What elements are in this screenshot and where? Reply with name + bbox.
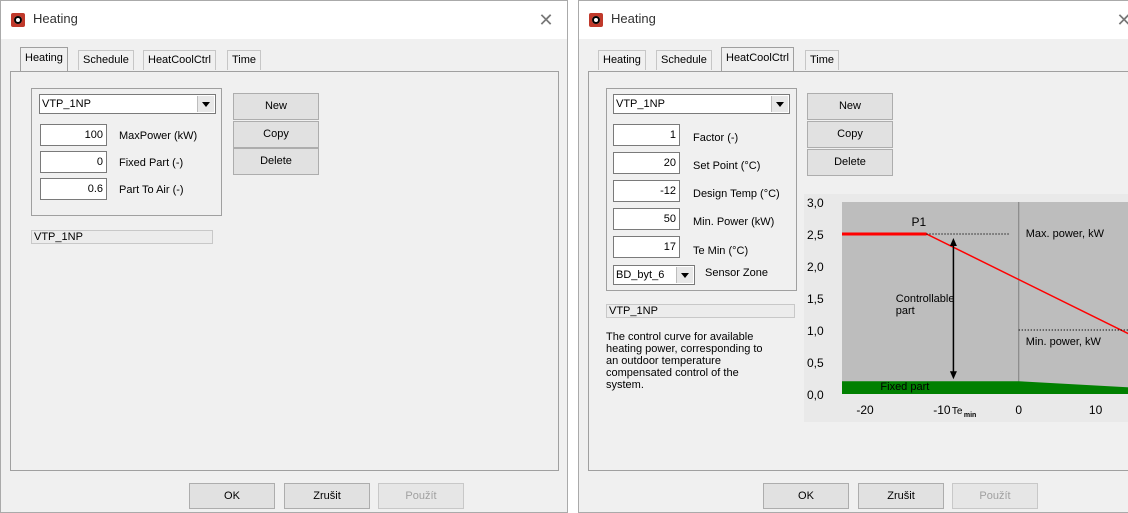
y-tick-label: 1,5 — [807, 292, 824, 306]
y-tick-label: 1,0 — [807, 324, 824, 338]
tab-heating[interactable]: Heating — [598, 50, 646, 70]
cancel-button[interactable]: Zrušit — [284, 483, 370, 509]
tab-heatcoolctrl[interactable]: HeatCoolCtrl — [143, 50, 216, 70]
min-power-label: Min. Power (kW) — [693, 216, 775, 228]
description-text: The control curve for available heating … — [606, 331, 796, 391]
fixed-part-label: Fixed part — [880, 381, 929, 393]
chevron-down-icon[interactable] — [197, 96, 214, 112]
close-icon[interactable]: ✕ — [1113, 9, 1128, 31]
close-icon[interactable]: ✕ — [535, 9, 557, 31]
chevron-down-icon[interactable] — [676, 267, 693, 283]
x-tick-label: 0 — [1015, 403, 1022, 417]
copy-button[interactable]: Copy — [807, 121, 893, 148]
app-icon — [589, 13, 603, 27]
tab-time[interactable]: Time — [805, 50, 840, 70]
tab-schedule[interactable]: Schedule — [78, 50, 134, 70]
set-point-field[interactable]: 20 — [613, 152, 680, 174]
description-line: compensated control of the — [606, 367, 739, 379]
y-tick-label: 2,0 — [807, 260, 824, 274]
description-line: The control curve for available — [606, 331, 754, 343]
heater-select-value: VTP_1NP — [42, 98, 91, 110]
control-curve-svg: 3,0 2,5 2,0 1,5 1,0 0,5 0,0 -20 -10 0 10 Te min P1 Max… — [807, 196, 1128, 419]
window-title: Heating — [33, 11, 78, 26]
ok-button[interactable]: OK — [763, 483, 849, 509]
heater-select-value: VTP_1NP — [616, 98, 665, 110]
x-te-sub-label: min — [964, 412, 976, 419]
y-tick-label: 2,5 — [807, 228, 824, 242]
description-line: an outdoor temperature — [606, 355, 721, 367]
sensor-zone-value: BD_byt_6 — [616, 269, 665, 281]
chevron-down-icon[interactable] — [771, 96, 788, 112]
left-heating-dialog: Heating ✕ Heating Schedule HeatCoolCtrl … — [0, 0, 568, 513]
max-power-field[interactable]: 100 — [40, 124, 107, 146]
title-bar[interactable]: Heating ✕ — [1, 1, 567, 39]
x-tick-label: -20 — [856, 403, 874, 417]
new-button[interactable]: New — [807, 93, 893, 120]
status-field: VTP_1NP — [31, 230, 213, 244]
factor-field[interactable]: 1 — [613, 124, 680, 146]
heater-select[interactable]: VTP_1NP — [613, 94, 790, 114]
min-power-field[interactable]: 50 — [613, 208, 680, 230]
tab-heatcoolctrl[interactable]: HeatCoolCtrl — [721, 47, 794, 71]
description-line: heating power, corresponding to — [606, 343, 763, 355]
part-to-air-field[interactable]: 0.6 — [40, 178, 107, 200]
sensor-zone-label: Sensor Zone — [705, 267, 768, 279]
title-bar[interactable]: Heating ✕ — [579, 1, 1128, 39]
app-icon — [11, 13, 25, 27]
min-power-label: Min. power, kW — [1026, 336, 1102, 348]
status-field: VTP_1NP — [606, 304, 795, 318]
apply-button[interactable]: Použít — [378, 483, 464, 509]
design-temp-field[interactable]: -12 — [613, 180, 680, 202]
te-min-field[interactable]: 17 — [613, 236, 680, 258]
copy-button[interactable]: Copy — [233, 121, 319, 148]
tab-time[interactable]: Time — [227, 50, 262, 70]
heater-select[interactable]: VTP_1NP — [39, 94, 216, 114]
x-tick-label: 10 — [1089, 403, 1103, 417]
new-button[interactable]: New — [233, 93, 319, 120]
tab-heating[interactable]: Heating — [20, 47, 68, 71]
y-tick-label: 3,0 — [807, 196, 824, 210]
max-power-label: Max. power, kW — [1026, 228, 1105, 240]
ok-button[interactable]: OK — [189, 483, 275, 509]
y-tick-label: 0,0 — [807, 388, 824, 402]
delete-button[interactable]: Delete — [233, 148, 319, 175]
x-tick-label: -10 — [933, 403, 951, 417]
y-tick-label: 0,5 — [807, 356, 824, 370]
window-title: Heating — [611, 11, 656, 26]
sensor-zone-select[interactable]: BD_byt_6 — [613, 265, 695, 285]
design-temp-label: Design Temp (°C) — [693, 188, 780, 200]
factor-label: Factor (-) — [693, 132, 739, 144]
tab-schedule[interactable]: Schedule — [656, 50, 712, 70]
fixed-part-label: Fixed Part (-) — [119, 157, 184, 169]
cancel-button[interactable]: Zrušit — [858, 483, 944, 509]
controllable-label: Controllable — [896, 293, 955, 305]
te-min-label: Te Min (°C) — [693, 245, 749, 257]
set-point-label: Set Point (°C) — [693, 160, 761, 172]
control-curve-chart: 3,0 2,5 2,0 1,5 1,0 0,5 0,0 -20 -10 0 10 Te min P1 Max… — [804, 194, 1128, 422]
x-te-label: Te — [952, 406, 963, 417]
max-power-label: MaxPower (kW) — [119, 130, 198, 142]
delete-button[interactable]: Delete — [807, 149, 893, 176]
controllable-part-label: part — [896, 305, 915, 317]
part-to-air-label: Part To Air (-) — [119, 184, 184, 196]
description-line: system. — [606, 379, 644, 391]
fixed-part-field[interactable]: 0 — [40, 151, 107, 173]
apply-button[interactable]: Použít — [952, 483, 1038, 509]
p1-label: P1 — [912, 215, 927, 229]
